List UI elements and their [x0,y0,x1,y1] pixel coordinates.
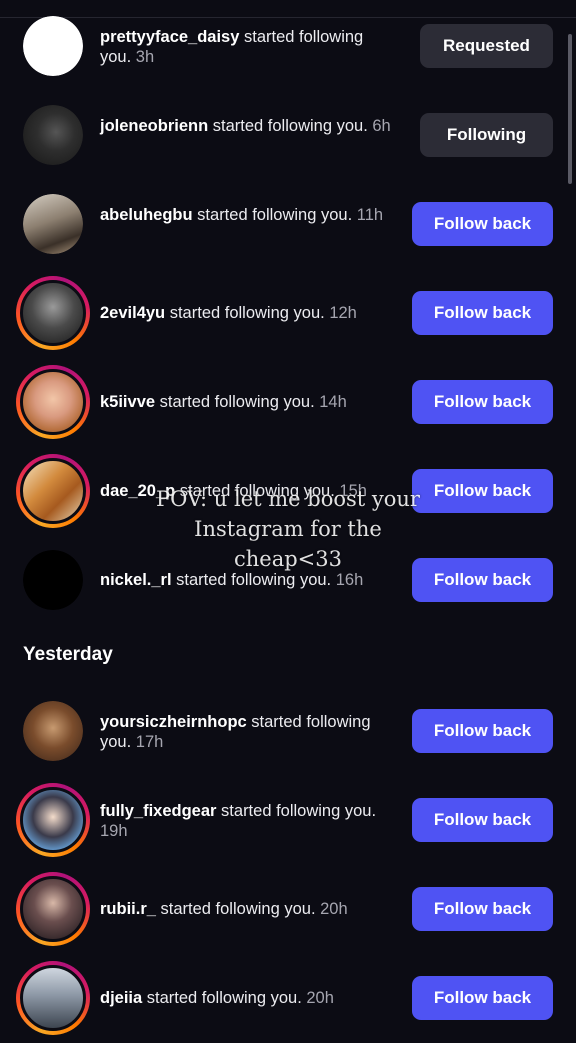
follow-back-button[interactable]: Follow back [412,202,553,246]
avatar[interactable] [23,194,83,254]
username[interactable]: abeluhegbu [100,206,193,224]
notification-text: djeiia started following you. 20h [100,989,334,1007]
username[interactable]: yoursiczheirnhopc [100,713,247,731]
notification-row[interactable]: prettyyface_daisy started following you.… [0,2,576,91]
follow-back-button[interactable]: Follow back [412,380,553,424]
avatar[interactable] [16,454,90,528]
notification-text: joleneobrienn started following you. 6h [100,117,391,135]
username[interactable]: k5iivve [100,393,155,411]
following-button[interactable]: Following [420,113,553,157]
avatar[interactable] [16,872,90,946]
notification-text: fully_fixedgear started following you. 1… [100,802,377,840]
avatar[interactable] [23,550,83,610]
scrollbar[interactable] [568,34,572,184]
notification-text: abeluhegbu started following you. 11h [100,206,384,224]
avatar[interactable] [16,783,90,857]
notification-text: yoursiczheirnhopc started following you.… [100,713,371,751]
avatar[interactable] [16,365,90,439]
username[interactable]: joleneobrienn [100,117,208,135]
notification-text: prettyyface_daisy started following you.… [100,28,364,66]
follow-back-button[interactable]: Follow back [412,976,553,1020]
section-title-yesterday: Yesterday [23,644,113,665]
username[interactable]: 2evil4yu [100,304,165,322]
requested-button[interactable]: Requested [420,24,553,68]
follow-back-button[interactable]: Follow back [412,709,553,753]
notification-row[interactable]: k5iivve started following you. 14h Follo… [0,358,576,447]
notification-row[interactable]: djeiia started following you. 20h Follow… [0,954,576,1043]
username[interactable]: djeiia [100,989,142,1007]
overlay-caption-line-1: POV: u let me boost your [156,487,420,511]
avatar[interactable] [23,105,83,165]
notification-text: rubii.r_ started following you. 20h [100,900,348,918]
notification-text: 2evil4yu started following you. 12h [100,304,357,322]
notification-text: k5iivve started following you. 14h [100,393,347,411]
follow-back-button[interactable]: Follow back [412,291,553,335]
username[interactable]: prettyyface_daisy [100,28,239,46]
notification-row[interactable]: abeluhegbu started following you. 11h Fo… [0,180,576,269]
notification-row[interactable]: yoursiczheirnhopc started following you.… [0,687,576,776]
notification-row[interactable]: 2evil4yu started following you. 12h Foll… [0,269,576,358]
notification-row[interactable]: joleneobrienn started following you. 6h … [0,91,576,180]
avatar[interactable] [23,701,83,761]
video-overlay-caption: POV: u let me boost your Instagram for t… [140,484,436,574]
follow-back-button[interactable]: Follow back [412,887,553,931]
overlay-caption-line-2: Instagram for the cheap<33 [194,517,382,571]
username[interactable]: rubii.r_ [100,900,156,918]
username[interactable]: fully_fixedgear [100,802,216,820]
avatar[interactable] [23,16,83,76]
notification-row[interactable]: fully_fixedgear started following you. 1… [0,776,576,865]
avatar[interactable] [16,276,90,350]
notification-row[interactable]: rubii.r_ started following you. 20h Foll… [0,865,576,954]
follow-back-button[interactable]: Follow back [412,798,553,842]
